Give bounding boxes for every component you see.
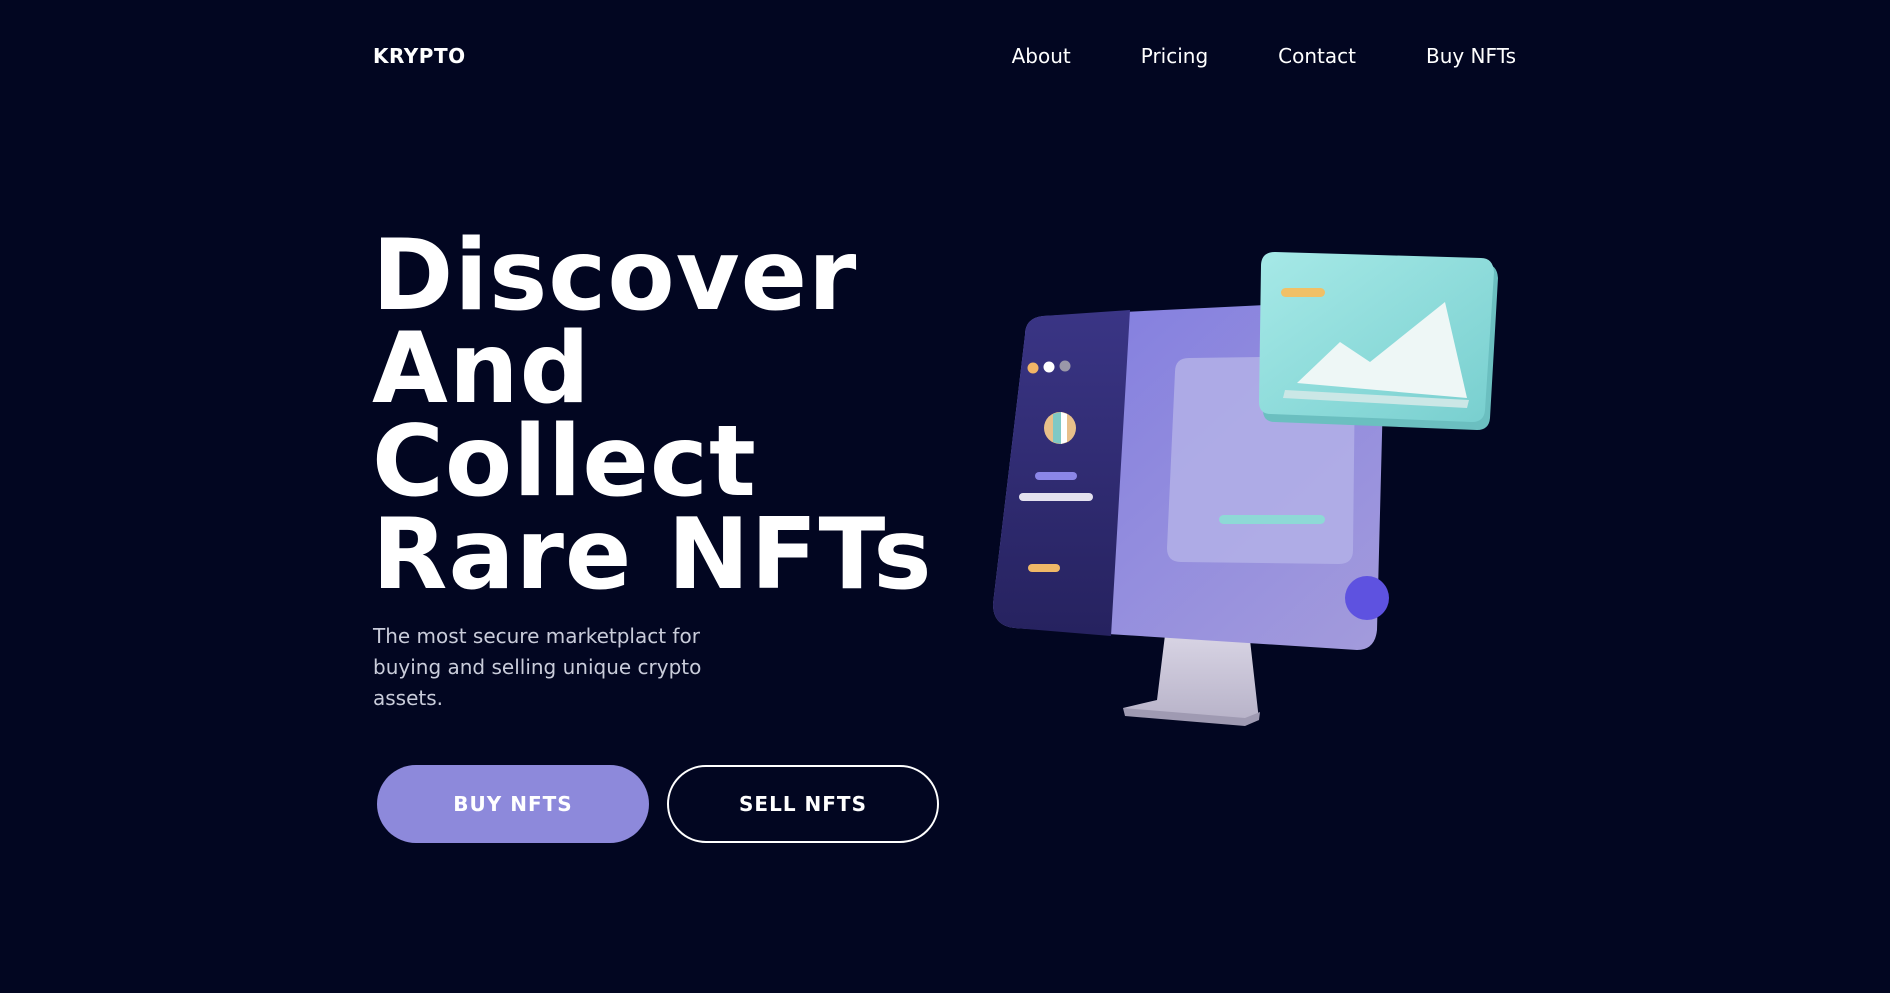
computer-monitor-nft-illustration-icon xyxy=(993,252,1498,726)
buy-nfts-button[interactable]: BUY NFTS xyxy=(377,765,649,843)
nav-buy-nfts[interactable]: Buy NFTs xyxy=(1426,44,1516,68)
hero-title: Discover And Collect Rare NFTs xyxy=(372,219,933,612)
logo[interactable]: KRYPTO xyxy=(373,44,466,68)
nft-image-card xyxy=(1259,252,1498,430)
nav-about[interactable]: About xyxy=(1012,44,1071,68)
hero-title-line-4: Rare NFTs xyxy=(372,498,933,612)
hero-title-line-2: And xyxy=(372,312,591,426)
hero-title-line-1: Discover xyxy=(372,219,858,333)
sell-nfts-button[interactable]: SELL NFTS xyxy=(667,765,939,843)
hero-title-line-3: Collect xyxy=(372,405,757,519)
main-nav: About Pricing Contact Buy NFTs xyxy=(1012,44,1516,68)
landing-page: KRYPTO About Pricing Contact Buy NFTs Di… xyxy=(0,0,1890,993)
nav-pricing[interactable]: Pricing xyxy=(1141,44,1208,68)
nav-contact[interactable]: Contact xyxy=(1278,44,1356,68)
hero-subtitle: The most secure marketplact for buying a… xyxy=(373,624,702,710)
